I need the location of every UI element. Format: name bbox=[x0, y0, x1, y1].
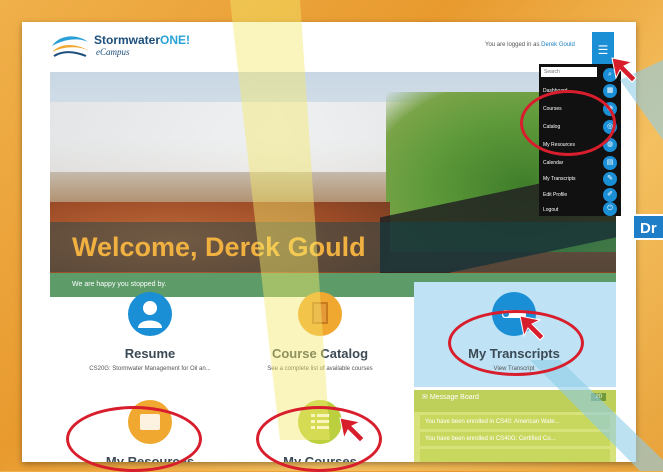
edit-profile-icon: ✐ bbox=[603, 188, 617, 202]
transcripts-icon: ✎ bbox=[603, 172, 617, 186]
resume-desc: CS20G: Stormwater Management for Oil an.… bbox=[89, 366, 211, 372]
logged-in-text: You are logged in as Derek Gould bbox=[485, 42, 575, 48]
menu-item-my-transcripts[interactable]: My Transcripts bbox=[543, 176, 576, 182]
menu-item-calendar[interactable]: Calendar bbox=[543, 160, 563, 166]
message-board-title: Message Board bbox=[429, 394, 479, 401]
brand-name[interactable]: StormwaterONE! bbox=[94, 33, 190, 47]
logo-icon bbox=[52, 36, 88, 57]
message-board: ✉ Message Board 20 You have been enrolle… bbox=[414, 390, 616, 462]
catalog-desc: See a complete list of available courses bbox=[267, 366, 373, 372]
message-item[interactable]: You have been enrolled in CS40: American… bbox=[420, 415, 610, 429]
message-item[interactable]: You have been enrolled in CS40G: Certifi… bbox=[420, 432, 610, 446]
calendar-icon: ▤ bbox=[603, 156, 617, 170]
resume-title: Resume bbox=[124, 346, 176, 361]
resume-icon bbox=[128, 292, 172, 336]
dashboard-icon: ▦ bbox=[603, 84, 617, 98]
tile-course-catalog[interactable]: Course Catalog See a complete list of av… bbox=[240, 292, 400, 372]
menu-item-logout[interactable]: Logout bbox=[543, 207, 558, 213]
catalog-icon bbox=[298, 292, 342, 336]
callout-label: Dr bbox=[632, 214, 663, 240]
catalog-title: Course Catalog bbox=[271, 346, 369, 361]
highlight-ring-transcripts bbox=[448, 310, 584, 376]
brand-sub: eCampus bbox=[96, 47, 130, 57]
menu-item-edit-profile[interactable]: Edit Profile bbox=[543, 192, 567, 198]
highlight-ring-courses bbox=[256, 406, 382, 472]
welcome-title: Welcome, Derek Gould bbox=[72, 232, 366, 262]
search-icon: ⌕ bbox=[603, 68, 617, 82]
envelope-icon: ✉ bbox=[422, 394, 428, 401]
tile-resume[interactable]: Resume CS20G: Stormwater Management for … bbox=[70, 292, 230, 372]
user-link[interactable]: Derek Gould bbox=[541, 42, 575, 48]
highlight-ring-resources bbox=[66, 406, 202, 472]
logout-icon: ⏻ bbox=[603, 202, 617, 216]
message-item[interactable] bbox=[420, 449, 610, 462]
message-board-header: ✉ Message Board 20 bbox=[414, 390, 616, 412]
search-input[interactable] bbox=[541, 67, 597, 77]
website-screenshot: StormwaterONE! eCampus You are logged in… bbox=[22, 22, 636, 462]
message-count-badge: 20 bbox=[591, 393, 606, 401]
menu-icon: ☰ bbox=[597, 43, 609, 57]
highlight-ring-menu bbox=[520, 90, 616, 156]
